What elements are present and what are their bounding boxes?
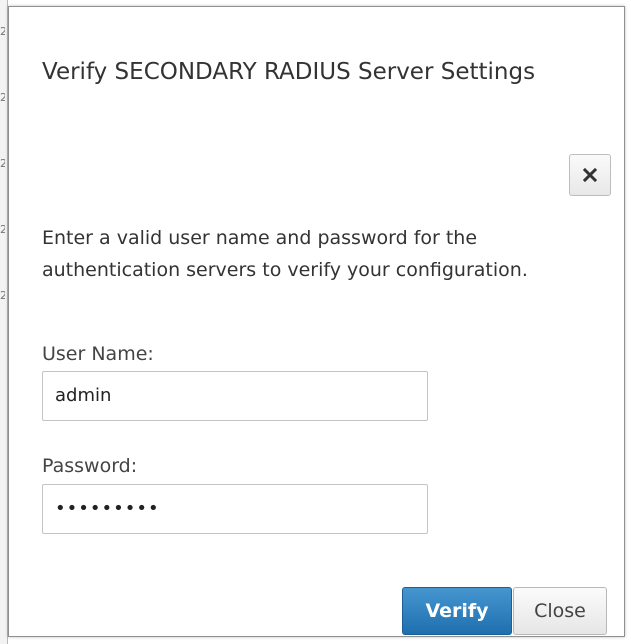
edge-mark: 2 (0, 224, 5, 236)
edge-mark: 2 (0, 26, 5, 38)
password-input[interactable]: ••••••••• (42, 484, 428, 534)
edge-mark: 2 (0, 158, 5, 170)
username-label: User Name: (42, 343, 154, 365)
username-input[interactable]: admin (42, 371, 428, 421)
verify-radius-dialog: Verify SECONDARY RADIUS Server Settings … (8, 6, 625, 637)
edge-mark: 2 (0, 290, 5, 302)
verify-button[interactable]: Verify (402, 587, 512, 635)
edge-mark: 2 (0, 92, 5, 104)
password-label: Password: (42, 455, 138, 477)
dialog-description: Enter a valid user name and password for… (42, 227, 528, 281)
close-icon (583, 168, 597, 182)
dialog-title: Verify SECONDARY RADIUS Server Settings (42, 59, 536, 85)
close-button[interactable]: Close (513, 587, 607, 635)
background-page-edge: 2 2 2 2 2 (0, 0, 8, 644)
dialog-close-x-button[interactable] (569, 154, 611, 196)
